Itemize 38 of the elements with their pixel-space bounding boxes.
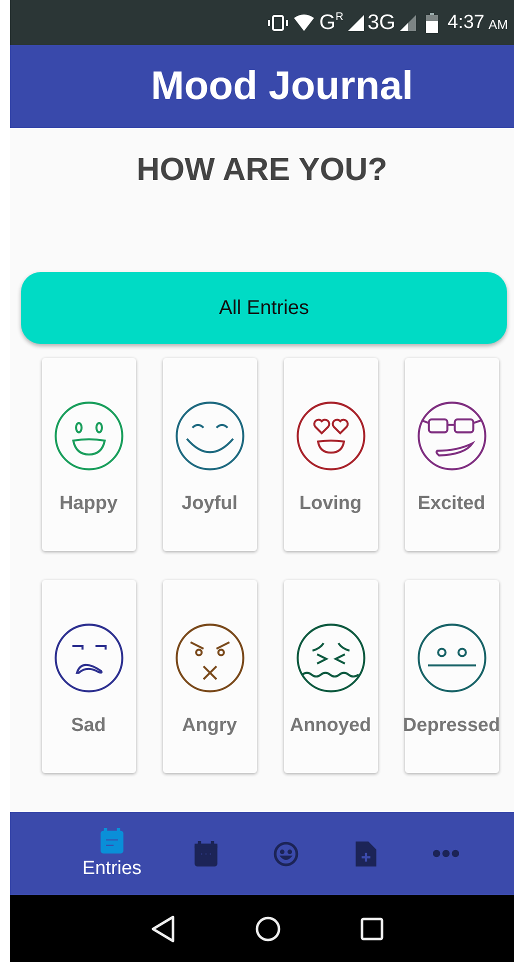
signal-icon bbox=[348, 14, 364, 32]
calendar-icon bbox=[193, 840, 219, 866]
nav-tab[interactable]: Entries bbox=[56, 828, 168, 880]
back-icon bbox=[150, 914, 176, 942]
signal-icon bbox=[400, 14, 416, 32]
smiley-icon bbox=[273, 840, 299, 866]
recents-icon bbox=[360, 916, 384, 940]
network-type: 3G bbox=[368, 10, 396, 34]
clock: 4:37 bbox=[448, 12, 484, 34]
mood-label: Annoyed bbox=[290, 715, 372, 737]
calendar-notes-icon bbox=[99, 828, 125, 854]
battery-icon bbox=[426, 12, 438, 32]
mood-label: Sad bbox=[71, 715, 106, 737]
mood-card[interactable]: Depressed bbox=[404, 580, 498, 773]
wifi-icon bbox=[293, 14, 316, 32]
mood-card[interactable]: Excited bbox=[404, 358, 498, 551]
app-title: Mood Journal bbox=[150, 64, 414, 109]
mood-card[interactable]: Loving bbox=[284, 358, 378, 551]
mood-card[interactable]: Happy bbox=[42, 358, 136, 551]
mood-label: Happy bbox=[59, 493, 118, 515]
heading: HOW ARE YOU? bbox=[136, 151, 388, 188]
home-icon bbox=[254, 916, 281, 942]
network-type: G bbox=[319, 10, 336, 34]
mood-card[interactable]: Sad bbox=[42, 580, 136, 773]
mood-label: Depressed bbox=[402, 715, 500, 737]
vibrate-icon bbox=[267, 14, 290, 32]
mood-label: Joyful bbox=[182, 493, 238, 515]
clock-period: AM bbox=[488, 17, 508, 32]
mood-label: Excited bbox=[418, 493, 486, 515]
file-add-icon bbox=[353, 840, 379, 866]
mood-label: Loving bbox=[299, 493, 362, 515]
mood-card[interactable]: Angry bbox=[162, 580, 256, 773]
roaming-indicator: R bbox=[336, 10, 344, 22]
mood-label: Angry bbox=[182, 715, 237, 737]
all-entries-button[interactable]: All Entries bbox=[21, 272, 507, 344]
mood-card[interactable]: Annoyed bbox=[284, 580, 378, 773]
more-icon bbox=[433, 849, 459, 858]
mood-card[interactable]: Joyful bbox=[162, 358, 256, 551]
